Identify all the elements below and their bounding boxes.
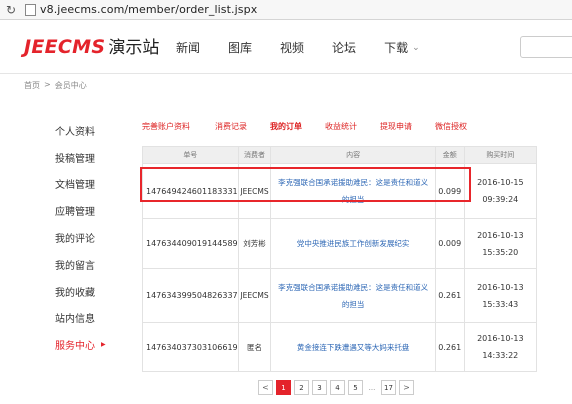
purchase-date: 2016-10-13 — [477, 334, 524, 343]
sidebar-item-label: 个人资料 — [55, 126, 95, 138]
chevron-down-icon: ⌄ — [412, 42, 420, 53]
table-header-row: 单号 消费者 内容 金额 购买时间 — [142, 146, 538, 164]
sidebar-item-profile[interactable]: 个人资料 — [55, 117, 135, 144]
page-button-3[interactable]: 3 — [312, 380, 327, 395]
tab-consumption-records[interactable]: 消费记录 — [215, 121, 247, 132]
logo-brand: JEECMS — [24, 36, 106, 58]
purchase-date: 2016-10-13 — [477, 282, 524, 292]
sidebar-item-label: 投稿管理 — [55, 153, 95, 165]
sidebar-item-comments[interactable]: 我的评论 — [55, 224, 135, 251]
logo-site-name: 演示站 — [108, 38, 160, 58]
table-row: 147634037303106619 匿名 黄金接连下跌遭遇又等大妈来托盘 0.… — [142, 322, 538, 372]
buyer: 刘芳彬 — [237, 218, 272, 269]
sidebar-item-inbox[interactable]: 站内信息 — [55, 305, 135, 332]
address-bar[interactable]: ↻ v8.jeecms.com/member/order_list.jspx — [0, 0, 572, 20]
header-divider — [0, 73, 572, 74]
order-number: 147649424601183331 — [142, 163, 239, 219]
purchase-time: 2016-10-13 14:33:22 — [463, 322, 538, 372]
purchase-date: 2016-10-15 — [477, 178, 524, 187]
breadcrumb-home[interactable]: 首页 — [24, 80, 40, 91]
breadcrumb: 首页 > 会员中心 — [24, 80, 87, 91]
breadcrumb-current: 会员中心 — [54, 81, 87, 90]
page-button-1[interactable]: 1 — [276, 380, 291, 395]
col-header-content: 内容 — [270, 146, 436, 164]
caret-right-icon: ▶ — [101, 341, 106, 349]
search-input[interactable] — [520, 36, 572, 58]
col-header-buyer: 消费者 — [237, 146, 272, 164]
sidebar-item-service-center[interactable]: 服务中心 ▶ — [55, 331, 135, 358]
page-icon — [25, 3, 36, 16]
nav-item-gallery[interactable]: 图库 — [228, 39, 252, 56]
sidebar-item-label: 文档管理 — [55, 180, 95, 192]
main-nav: 新闻 图库 视频 论坛 下载 ⌄ — [176, 39, 448, 56]
sidebar-item-messages[interactable]: 我的留言 — [55, 251, 135, 278]
sidebar-item-label: 应聘管理 — [55, 207, 95, 219]
page-button-2[interactable]: 2 — [294, 380, 309, 395]
content-link[interactable]: 黄金接连下跌遭遇又等大妈来托盘 — [270, 322, 436, 372]
page-button-4[interactable]: 4 — [330, 380, 345, 395]
order-number: 147634399504826337 — [142, 268, 239, 323]
purchase-time: 2016-10-13 15:33:43 — [463, 268, 538, 323]
tab-my-orders[interactable]: 我的订单 — [270, 121, 302, 132]
sidebar-item-favorites[interactable]: 我的收藏 — [55, 278, 135, 305]
url-text[interactable]: v8.jeecms.com/member/order_list.jspx — [40, 3, 257, 16]
buyer: 匿名 — [237, 322, 272, 372]
amount: 0.099 — [434, 163, 465, 219]
pagination: < 1 2 3 4 5 ... 17 > — [258, 380, 417, 395]
order-number: 147634037303106619 — [142, 322, 239, 372]
nav-item-download[interactable]: 下载 ⌄ — [384, 39, 420, 56]
orders-table: 单号 消费者 内容 金额 购买时间 147649424601183331 JEE… — [142, 146, 538, 372]
amount: 0.009 — [434, 218, 465, 269]
tab-wechat-auth[interactable]: 微信授权 — [435, 121, 467, 132]
nav-item-video[interactable]: 视频 — [280, 39, 304, 56]
next-page-button[interactable]: > — [399, 380, 414, 395]
nav-item-forum[interactable]: 论坛 — [332, 39, 356, 56]
table-row: 147634399504826337 JEECMS 李克强联合国承诺援助难民：这… — [142, 268, 538, 323]
amount: 0.261 — [434, 268, 465, 323]
sidebar-item-label: 我的收藏 — [55, 287, 95, 299]
service-subtabs: 完善账户资料 消费记录 我的订单 收益统计 提现申请 微信授权 — [142, 121, 467, 132]
order-number: 147634409019144589 — [142, 218, 239, 269]
member-sidebar: 个人资料 投稿管理 文档管理 应聘管理 我的评论 我的留言 我的收藏 站内信息 … — [55, 117, 135, 358]
purchase-time: 2016-10-13 15:35:20 — [463, 218, 538, 269]
table-row: 147649424601183331 JEECMS 李克强联合国承诺援助难民：这… — [142, 163, 538, 219]
content-link[interactable]: 李克强联合国承诺援助难民：这是责任和道义的担当 — [270, 268, 436, 323]
sidebar-item-applications[interactable]: 应聘管理 — [55, 197, 135, 224]
purchase-clock: 15:33:43 — [482, 299, 519, 309]
table-row: 147634409019144589 刘芳彬 党中央推进民族工作创新发展纪实 0… — [142, 218, 538, 269]
page-button-5[interactable]: 5 — [348, 380, 363, 395]
site-logo[interactable]: JEECMS 演示站 — [24, 33, 159, 58]
sidebar-item-label: 我的留言 — [55, 260, 95, 272]
sidebar-item-label: 服务中心 — [55, 341, 95, 353]
purchase-clock: 15:35:20 — [482, 247, 519, 257]
purchase-date: 2016-10-13 — [477, 230, 524, 240]
content-link[interactable]: 李克强联合国承诺援助难民：这是责任和道义的担当 — [270, 163, 436, 219]
col-header-amount: 金额 — [434, 146, 465, 164]
buyer: JEECMS — [237, 163, 272, 219]
purchase-clock: 14:33:22 — [482, 351, 519, 360]
purchase-clock: 09:39:24 — [482, 195, 519, 204]
amount: 0.261 — [434, 322, 465, 372]
purchase-time: 2016-10-15 09:39:24 — [463, 163, 538, 219]
breadcrumb-separator: > — [44, 80, 51, 89]
nav-item-news[interactable]: 新闻 — [176, 39, 200, 56]
tab-account-info[interactable]: 完善账户资料 — [142, 121, 190, 132]
prev-page-button[interactable]: < — [258, 380, 273, 395]
page-ellipsis: ... — [366, 380, 378, 395]
buyer: JEECMS — [237, 268, 272, 323]
sidebar-item-label: 站内信息 — [55, 314, 95, 326]
reload-icon[interactable]: ↻ — [3, 2, 19, 18]
site-header: JEECMS 演示站 新闻 图库 视频 论坛 下载 ⌄ — [0, 21, 572, 71]
content-link[interactable]: 党中央推进民族工作创新发展纪实 — [270, 218, 436, 269]
tab-withdraw[interactable]: 提现申请 — [380, 121, 412, 132]
tab-earnings[interactable]: 收益统计 — [325, 121, 357, 132]
sidebar-item-documents[interactable]: 文档管理 — [55, 171, 135, 198]
sidebar-item-label: 我的评论 — [55, 234, 95, 246]
sidebar-item-submissions[interactable]: 投稿管理 — [55, 144, 135, 171]
col-header-order-no: 单号 — [142, 146, 239, 164]
page-button-last[interactable]: 17 — [381, 380, 396, 395]
col-header-time: 购买时间 — [463, 146, 538, 164]
nav-item-download-label: 下载 — [384, 41, 409, 55]
